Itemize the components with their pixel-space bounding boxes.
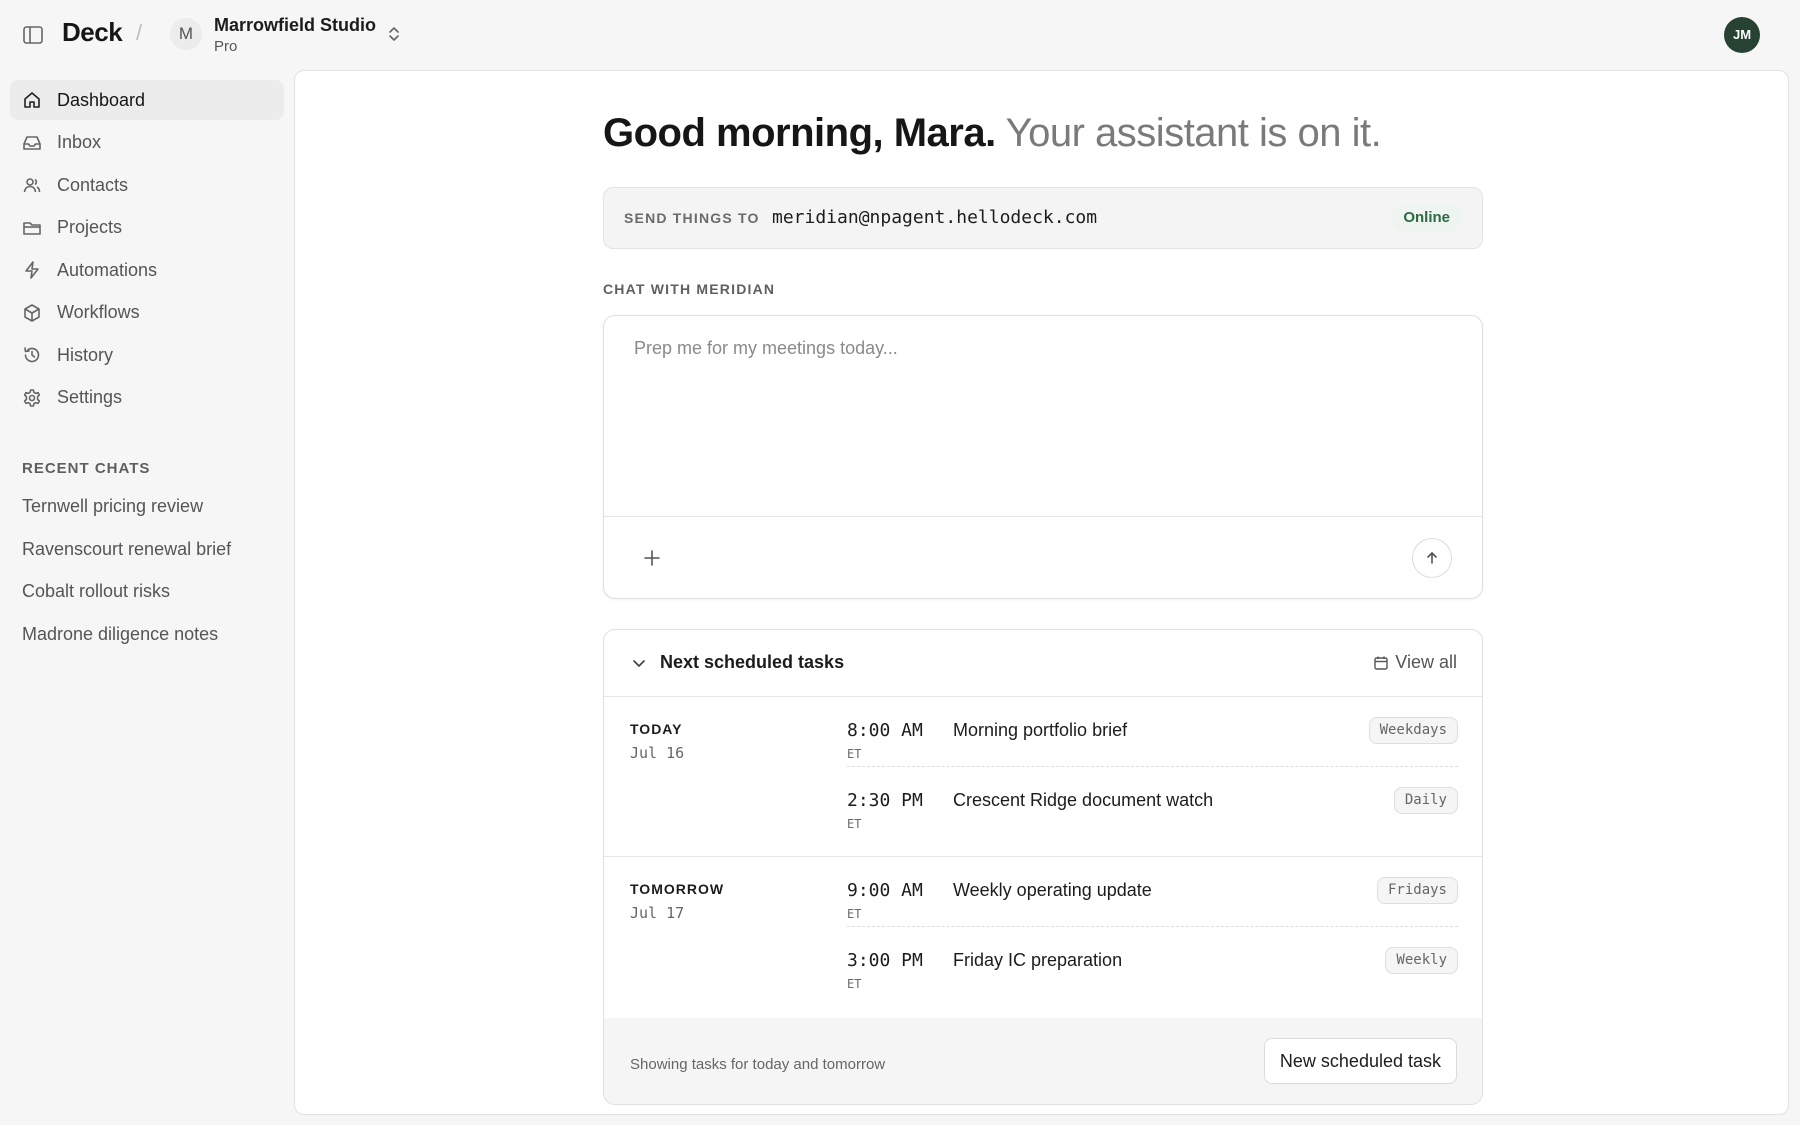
page-title: Good morning, Mara. Your assistant is on…: [603, 111, 1382, 156]
view-all-label: View all: [1395, 652, 1457, 672]
folder-icon: [23, 221, 41, 235]
recent-chats-heading: RECENT CHATS: [22, 460, 151, 477]
task-timezone: ET: [847, 817, 862, 831]
scheduled-tasks-title: Next scheduled tasks: [660, 652, 845, 672]
day-group-tomorrow: TOMORROW Jul 17 9:00 AM ET Weekly operat…: [604, 857, 1482, 1018]
sidebar-nav: Dashboard Inbox Contacts Projects Automa…: [10, 80, 284, 420]
task-name: Friday IC preparation: [953, 950, 1123, 970]
task-row[interactable]: 8:00 AM ET Morning portfolio brief Weekd…: [847, 697, 1458, 767]
task-name: Crescent Ridge document watch: [953, 790, 1214, 810]
brand-logo[interactable]: Deck: [62, 17, 123, 48]
recent-chat-item[interactable]: Ternwell pricing review: [22, 496, 282, 539]
day-label: TOMORROW: [630, 881, 725, 897]
chat-composer: [603, 315, 1483, 599]
bolt-icon: [25, 261, 39, 279]
main-panel: Good morning, Mara. Your assistant is on…: [294, 70, 1789, 1115]
sidebar-item-label: Inbox: [57, 132, 102, 152]
day-date: Jul 17: [630, 904, 685, 922]
task-timezone: ET: [847, 747, 862, 761]
task-name: Weekly operating update: [953, 880, 1152, 900]
chat-heading: CHAT WITH MERIDIAN: [603, 281, 776, 297]
new-scheduled-task-button[interactable]: New scheduled task: [1263, 1038, 1457, 1084]
recent-chats-list: Ternwell pricing review Ravenscourt rene…: [22, 496, 282, 666]
view-all-link[interactable]: View all: [1373, 652, 1457, 673]
sidebar-item-automations[interactable]: Automations: [10, 250, 284, 290]
send-address-box: SEND THINGS TO meridian@npagent.hellodec…: [603, 187, 1483, 249]
recent-chat-item[interactable]: Ravenscourt renewal brief: [22, 539, 282, 582]
agent-email-address[interactable]: meridian@npagent.hellodeck.com: [772, 207, 1097, 228]
inbox-icon: [23, 135, 41, 150]
task-frequency-badge: Daily: [1393, 787, 1458, 814]
sidebar-item-inbox[interactable]: Inbox: [10, 123, 284, 163]
send-address-label: SEND THINGS TO: [624, 210, 760, 226]
composer-divider: [604, 516, 1482, 517]
calendar-icon: [1374, 656, 1388, 670]
task-timezone: ET: [847, 907, 862, 921]
task-frequency-badge: Fridays: [1376, 877, 1458, 904]
sidebar-item-label: History: [57, 344, 114, 365]
user-avatar[interactable]: JM: [1724, 17, 1760, 53]
sidebar-toggle-icon[interactable]: [22, 24, 44, 46]
sidebar-item-label: Workflows: [57, 302, 140, 322]
task-timezone: ET: [847, 977, 862, 991]
recent-chat-item[interactable]: Madrone diligence notes: [22, 624, 282, 667]
chat-input[interactable]: [634, 338, 1434, 488]
sidebar-item-workflows[interactable]: Workflows: [10, 293, 284, 333]
sidebar-item-dashboard[interactable]: Dashboard: [10, 80, 284, 120]
arrow-up-icon: [1427, 552, 1437, 564]
gear-icon: [23, 388, 41, 407]
sidebar-item-label: Contacts: [57, 174, 129, 195]
task-name: Morning portfolio brief: [953, 720, 1128, 740]
task-row[interactable]: 2:30 PM ET Crescent Ridge document watch…: [847, 767, 1458, 837]
task-row[interactable]: 9:00 AM ET Weekly operating update Frida…: [847, 857, 1458, 927]
status-badge: Online: [1391, 204, 1462, 232]
sidebar-item-label: Automations: [57, 259, 158, 280]
sidebar-item-projects[interactable]: Projects: [10, 208, 284, 248]
greeting-text: Good morning, Mara.: [603, 111, 996, 155]
top-bar: Deck / M Marrowfield Studio Pro JM: [0, 0, 1800, 70]
task-time: 2:30 PM: [847, 790, 923, 811]
breadcrumb-separator: /: [136, 20, 143, 45]
send-button[interactable]: [1412, 538, 1452, 578]
tasks-footer-text: Showing tasks for today and tomorrow: [630, 1056, 886, 1073]
scheduled-tasks-card: Next scheduled tasks View all TODAY Jul …: [603, 629, 1483, 1105]
workspace-switcher[interactable]: M Marrowfield Studio Pro: [170, 14, 410, 58]
task-frequency-badge: Weekly: [1385, 947, 1458, 974]
workspace-avatar: M: [170, 18, 202, 50]
sidebar-item-label: Projects: [57, 217, 123, 237]
chevron-down-icon[interactable]: [630, 654, 648, 672]
task-time: 9:00 AM: [847, 880, 923, 901]
task-frequency-badge: Weekdays: [1368, 717, 1458, 744]
home-icon: [24, 92, 40, 108]
history-icon: [24, 347, 40, 363]
sidebar-item-label: Dashboard: [57, 89, 146, 110]
task-time: 8:00 AM: [847, 720, 923, 741]
chevron-up-down-icon: [389, 27, 399, 41]
sidebar-item-settings[interactable]: Settings: [10, 378, 284, 418]
scheduled-tasks-footer: Showing tasks for today and tomorrow New…: [604, 1018, 1482, 1104]
users-icon: [23, 178, 41, 193]
day-date: Jul 16: [630, 744, 685, 762]
sidebar-item-history[interactable]: History: [10, 335, 284, 375]
greeting-subtext: Your assistant is on it.: [1005, 111, 1382, 155]
box-icon: [24, 303, 40, 322]
sidebar-item-label: Settings: [57, 387, 123, 407]
sidebar-item-contacts[interactable]: Contacts: [10, 165, 284, 205]
workspace-name: Marrowfield Studio: [214, 15, 376, 35]
task-row[interactable]: 3:00 PM ET Friday IC preparation Weekly: [847, 927, 1458, 997]
scheduled-tasks-header: Next scheduled tasks View all: [604, 630, 1482, 697]
workspace-plan: Pro: [214, 38, 238, 55]
sidebar: Dashboard Inbox Contacts Projects Automa…: [0, 70, 292, 1125]
day-label: TODAY: [630, 721, 683, 737]
day-group-today: TODAY Jul 16 8:00 AM ET Morning portfoli…: [604, 697, 1482, 857]
task-time: 3:00 PM: [847, 950, 923, 971]
plus-icon[interactable]: [640, 546, 664, 570]
recent-chat-item[interactable]: Cobalt rollout risks: [22, 581, 282, 624]
